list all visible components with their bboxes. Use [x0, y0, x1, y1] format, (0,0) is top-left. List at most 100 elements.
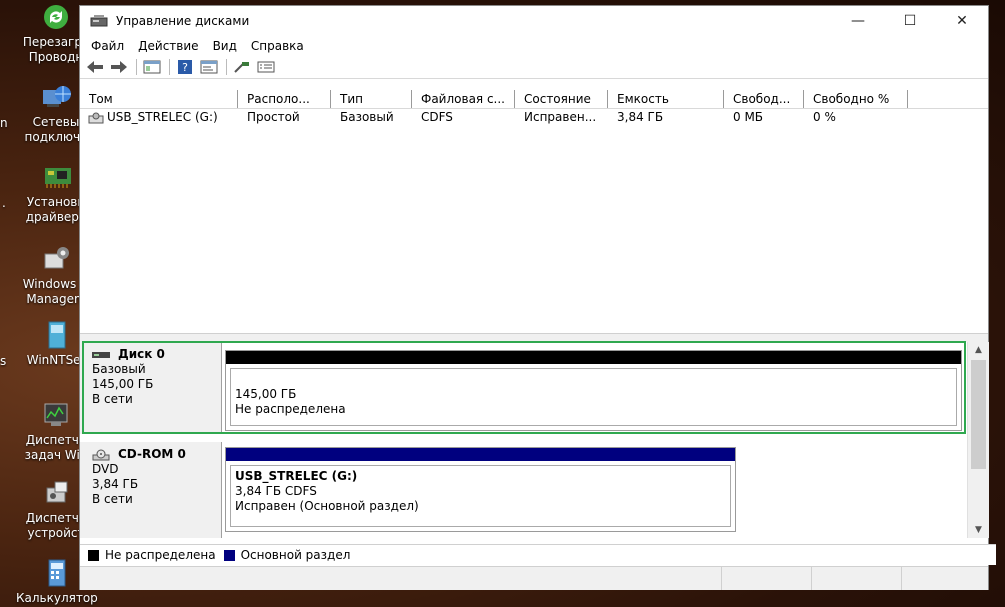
disk-kind: Базовый	[92, 362, 146, 376]
cell-status: Исправен...	[524, 110, 597, 124]
legend-swatch-unallocated	[88, 549, 99, 561]
partition-size: 145,00 ГБ	[235, 387, 297, 401]
column-header-type[interactable]: Тип	[331, 90, 412, 108]
disk-list-button[interactable]	[255, 58, 277, 76]
cell-volume-name: USB_STRELEC (G:)	[107, 110, 218, 124]
disk-management-app-icon	[90, 14, 108, 28]
window-title: Управление дисками	[116, 14, 250, 28]
help-icon: ?	[178, 60, 192, 74]
partition-size: 3,84 ГБ CDFS	[235, 484, 317, 498]
disk-graphical-view: Диск 0 Базовый 145,00 ГБ В сети 145,00 Г…	[80, 342, 967, 538]
toolbar-separator	[136, 59, 137, 75]
column-header-free-space[interactable]: Свобод...	[724, 90, 804, 108]
disk-list-icon	[257, 61, 275, 73]
legend-label-primary: Основной раздел	[240, 548, 351, 562]
status-bar	[80, 566, 988, 590]
cell-free-space: 0 МБ	[733, 110, 764, 124]
vertical-scrollbar[interactable]: ▲ ▼	[967, 342, 989, 538]
back-button[interactable]	[84, 58, 106, 76]
desktop-edge-text: n	[0, 116, 8, 130]
arrow-left-icon	[87, 61, 103, 73]
column-header-filesystem[interactable]: Файловая с...	[412, 90, 515, 108]
minimize-button[interactable]: —	[832, 6, 884, 36]
partition-unallocated[interactable]: 145,00 ГБ Не распределена	[225, 350, 962, 431]
hard-disk-icon	[92, 351, 110, 358]
scroll-up-arrow[interactable]: ▲	[968, 342, 989, 358]
menu-bar: Файл Действие Вид Справка	[80, 36, 988, 56]
cell-free-percent: 0 %	[813, 110, 836, 124]
desktop-edge-text: s	[0, 354, 7, 368]
title-bar[interactable]: Управление дисками — ☐ ✕	[80, 6, 988, 36]
volume-list: Том Располо... Тип Файловая с... Состоян…	[80, 90, 988, 333]
status-pane-2	[722, 567, 812, 590]
menu-file[interactable]: Файл	[84, 39, 131, 53]
refresh-icon	[39, 2, 73, 32]
column-header-status[interactable]: Состояние	[515, 90, 608, 108]
desktop-edge-text: .	[2, 196, 6, 210]
drive-icon	[88, 112, 104, 123]
console-tree-icon	[143, 60, 161, 74]
cell-layout: Простой	[247, 110, 300, 124]
menu-view[interactable]: Вид	[206, 39, 244, 53]
partition-status: Исправен (Основной раздел)	[235, 499, 419, 513]
legend-label-unallocated: Не распределена	[105, 548, 216, 562]
status-pane-3	[812, 567, 902, 590]
disk-name: CD-ROM 0	[118, 447, 186, 461]
scroll-thumb[interactable]	[971, 360, 986, 469]
disk-management-window: Управление дисками — ☐ ✕ Файл Действие В…	[79, 5, 996, 590]
menu-help[interactable]: Справка	[244, 39, 311, 53]
column-header-capacity[interactable]: Емкость	[608, 90, 724, 108]
disk-state: В сети	[92, 392, 133, 406]
close-button[interactable]: ✕	[936, 6, 988, 36]
disk-connect-icon	[234, 62, 249, 73]
disk-label-cdrom0[interactable]: CD-ROM 0 DVD 3,84 ГБ В сети	[80, 442, 222, 538]
toolbar: ?	[80, 56, 988, 79]
legend: Не распределена Основной раздел	[80, 544, 996, 565]
scroll-down-arrow[interactable]: ▼	[968, 522, 989, 538]
partition-color-bar	[226, 448, 735, 461]
partition-color-bar	[226, 351, 961, 364]
arrow-right-icon	[111, 61, 127, 73]
desktop-icon-label: Калькулятор	[16, 591, 98, 605]
toolbar-separator	[226, 59, 227, 75]
disk-label-disk0[interactable]: Диск 0 Базовый 145,00 ГБ В сети	[80, 342, 222, 434]
setup-box-icon	[39, 320, 73, 350]
device-manager-icon	[39, 478, 73, 508]
cell-capacity: 3,84 ГБ	[617, 110, 664, 124]
table-row[interactable]: USB_STRELEC (G:) Простой Базовый CDFS Ис…	[80, 109, 988, 126]
properties-icon	[200, 60, 218, 74]
disk-state: В сети	[92, 492, 133, 506]
menu-action[interactable]: Действие	[131, 39, 205, 53]
forward-button[interactable]	[108, 58, 130, 76]
svg-text:?: ?	[182, 61, 188, 74]
connect-disk-button[interactable]	[231, 58, 253, 76]
cell-type: Базовый	[340, 110, 394, 124]
volume-list-header: Том Располо... Тип Файловая с... Состоян…	[80, 90, 988, 109]
task-manager-icon	[39, 400, 73, 430]
circuit-board-icon	[39, 162, 73, 192]
column-header-free-percent[interactable]: Свободно %	[804, 90, 908, 108]
gear-computer-icon	[39, 244, 73, 274]
show-hide-console-tree-button[interactable]	[141, 58, 163, 76]
help-button[interactable]: ?	[174, 58, 196, 76]
cd-drive-icon	[92, 449, 110, 460]
disk-name: Диск 0	[118, 347, 165, 361]
status-pane-main	[80, 567, 722, 590]
network-globe-icon	[39, 82, 73, 112]
cell-volume: USB_STRELEC (G:)	[80, 109, 238, 126]
disk-size: 3,84 ГБ	[92, 477, 139, 491]
partition-title: USB_STRELEC (G:)	[235, 469, 358, 483]
cell-filesystem: CDFS	[421, 110, 453, 124]
partition-usb-strelec[interactable]: USB_STRELEC (G:) 3,84 ГБ CDFS Исправен (…	[225, 447, 736, 532]
legend-swatch-primary	[223, 549, 235, 561]
calculator-icon	[39, 558, 73, 588]
column-header-layout[interactable]: Располо...	[238, 90, 331, 108]
toolbar-separator	[169, 59, 170, 75]
disk-size: 145,00 ГБ	[92, 377, 154, 391]
maximize-button[interactable]: ☐	[884, 6, 936, 36]
disk-row-cdrom0[interactable]: CD-ROM 0 DVD 3,84 ГБ В сети USB_STRELEC …	[80, 442, 967, 538]
disk-row-disk0[interactable]: Диск 0 Базовый 145,00 ГБ В сети 145,00 Г…	[80, 342, 967, 434]
properties-button[interactable]	[198, 58, 220, 76]
column-header-volume[interactable]: Том	[80, 90, 238, 108]
disk-kind: DVD	[92, 462, 119, 476]
